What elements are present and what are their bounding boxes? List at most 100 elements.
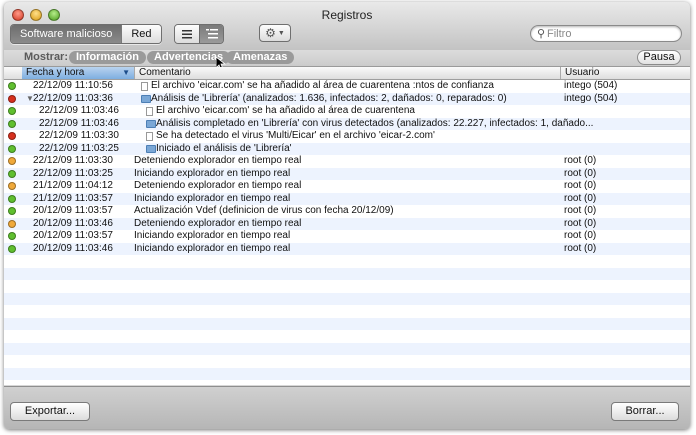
row-comment: Actualización Vdef (definicion de virus …: [134, 205, 394, 216]
table-row[interactable]: 22/12/09 11:03:30 Deteniendo explorador e…: [4, 155, 690, 168]
info-status-icon: [8, 119, 16, 128]
empty-row: [4, 292, 690, 305]
folder-icon: [146, 119, 156, 128]
search-field: ⚲: [530, 25, 682, 42]
table-row[interactable]: 20/12/09 11:03:57 Iniciando explorador en…: [4, 230, 690, 243]
row-date: 22/12/09 11:03:30: [39, 130, 119, 141]
search-input[interactable]: [547, 26, 675, 41]
row-comment: Iniciado el análisis de 'Librería': [156, 142, 292, 154]
row-comment: Iniciando explorador en tiempo real: [134, 230, 291, 241]
row-date: 20/12/09 11:03:46: [33, 217, 113, 229]
row-date: 22/12/09 11:10:56: [33, 80, 113, 91]
log-type-segmented-control: Software malicioso Red: [10, 24, 162, 44]
warning-status-icon: [8, 219, 16, 228]
row-date: 22/12/09 11:03:30: [33, 155, 113, 166]
empty-row: [4, 280, 690, 293]
row-user: root (0): [564, 180, 597, 191]
row-date: 22/12/09 11:03:46: [39, 117, 119, 129]
folder-icon: [146, 144, 156, 153]
list-icon[interactable]: [175, 25, 199, 43]
column-usuario[interactable]: Usuario: [561, 67, 690, 79]
export-button[interactable]: Exportar...: [10, 402, 90, 421]
row-user: intego (504): [564, 92, 618, 104]
row-date: 21/12/09 11:03:57: [33, 192, 113, 204]
row-user: root (0): [564, 217, 597, 229]
table-row[interactable]: 22/12/09 11:03:30 Se ha detectado el viru…: [4, 130, 690, 143]
empty-row: [4, 255, 690, 268]
row-user: root (0): [564, 230, 597, 241]
table-row[interactable]: 22/12/09 11:03:25 Iniciando explorador en…: [4, 167, 690, 180]
empty-row: [4, 317, 690, 330]
info-status-icon: [8, 232, 16, 240]
empty-row: [4, 380, 690, 385]
empty-row: [4, 305, 690, 318]
row-comment: Deteniendo explorador en tiempo real: [134, 180, 302, 191]
log-table: Fecha y hora ▼ Comentario Usuario 22/12/…: [4, 67, 690, 385]
window-title: Registros: [321, 8, 373, 22]
row-date: 22/12/09 11:03:36: [33, 92, 113, 104]
info-status-icon: [8, 207, 16, 215]
chevron-down-icon: ▼: [277, 29, 285, 37]
threat-status-icon: [8, 94, 16, 103]
table-row[interactable]: 20/12/09 11:03:57 Actualización Vdef (def…: [4, 205, 690, 218]
empty-row: [4, 342, 690, 355]
row-comment: El archivo 'eicar.com' se ha añadido al …: [156, 105, 415, 116]
row-comment: Análisis de 'Librería' (analizados: 1.63…: [151, 92, 507, 104]
row-date: 20/12/09 11:03:46: [33, 242, 113, 254]
bottom-bar: Exportar... Borrar...: [4, 386, 690, 429]
row-date: 20/12/09 11:03:57: [33, 205, 113, 216]
table-row[interactable]: 20/12/09 11:03:46 Deteniendo explorador e…: [4, 217, 690, 230]
row-comment: Análisis completado en 'Librería' con vi…: [156, 117, 594, 129]
action-menu-button[interactable]: ⚙ ▼: [259, 24, 291, 42]
table-row[interactable]: 22/12/09 11:03:46 El archivo 'eicar.com' …: [4, 105, 690, 118]
document-icon: [146, 132, 153, 141]
table-row[interactable]: 22/12/09 11:10:56 El archivo 'eicar.com' …: [4, 80, 690, 93]
row-user: root (0): [564, 192, 597, 204]
title-bar: Registros Software malicioso Red ⚙ ▼ ⚲: [4, 2, 690, 51]
row-comment: Deteniendo explorador en tiempo real: [134, 217, 302, 229]
threat-status-icon: [8, 132, 16, 140]
warning-status-icon: [8, 182, 16, 190]
empty-row: [4, 367, 690, 380]
empty-row: [4, 355, 690, 368]
table-row[interactable]: 22/12/09 11:03:46 Análisis completado en …: [4, 117, 690, 130]
tree-list-icon[interactable]: [199, 25, 223, 43]
row-date: 22/12/09 11:03:25: [39, 142, 119, 154]
info-status-icon: [8, 169, 16, 178]
row-comment: Iniciando explorador en tiempo real: [134, 192, 291, 204]
table-row[interactable]: 20/12/09 11:03:46 Iniciando explorador en…: [4, 242, 690, 255]
info-status-icon: [8, 194, 16, 203]
sort-desc-icon: ▼: [122, 68, 130, 77]
view-mode-control: [174, 24, 224, 44]
row-user: intego (504): [564, 80, 618, 91]
table-row[interactable]: ▼ 22/12/09 11:03:36 Análisis de 'Librería'…: [4, 92, 690, 105]
table-row[interactable]: 21/12/09 11:04:12 Deteniendo explorador e…: [4, 180, 690, 193]
pause-button[interactable]: Pausa: [637, 50, 681, 65]
info-status-icon: [8, 82, 16, 90]
table-header: Fecha y hora ▼ Comentario Usuario: [4, 67, 690, 80]
tab-red[interactable]: Red: [121, 25, 161, 43]
column-comentario[interactable]: Comentario: [135, 67, 560, 79]
gear-icon: ⚙: [265, 26, 276, 40]
row-comment: Deteniendo explorador en tiempo real: [134, 155, 302, 166]
tab-software-malicioso[interactable]: Software malicioso: [11, 25, 122, 43]
row-comment: El archivo 'eicar.com' se ha añadido al …: [151, 80, 494, 91]
document-icon: [146, 107, 153, 116]
row-date: 20/12/09 11:03:57: [33, 230, 113, 241]
empty-row: [4, 267, 690, 280]
table-row[interactable]: 21/12/09 11:03:57 Iniciando explorador en…: [4, 192, 690, 205]
warning-status-icon: [8, 157, 16, 165]
column-fecha-hora[interactable]: Fecha y hora ▼: [22, 67, 134, 79]
row-user: root (0): [564, 167, 597, 179]
filter-amenazas[interactable]: Amenazas: [226, 51, 295, 64]
row-user: root (0): [564, 205, 597, 216]
table-body: 22/12/09 11:10:56 El archivo 'eicar.com' …: [4, 80, 690, 385]
row-user: root (0): [564, 242, 597, 254]
table-row[interactable]: 22/12/09 11:03:25 Iniciado el análisis de…: [4, 142, 690, 155]
row-user: root (0): [564, 155, 597, 166]
clear-button[interactable]: Borrar...: [611, 402, 679, 421]
row-date: 22/12/09 11:03:25: [33, 167, 113, 179]
row-date: 22/12/09 11:03:46: [39, 105, 119, 116]
filter-informacion[interactable]: Información: [69, 51, 146, 64]
column-label: Fecha y hora: [26, 67, 85, 78]
